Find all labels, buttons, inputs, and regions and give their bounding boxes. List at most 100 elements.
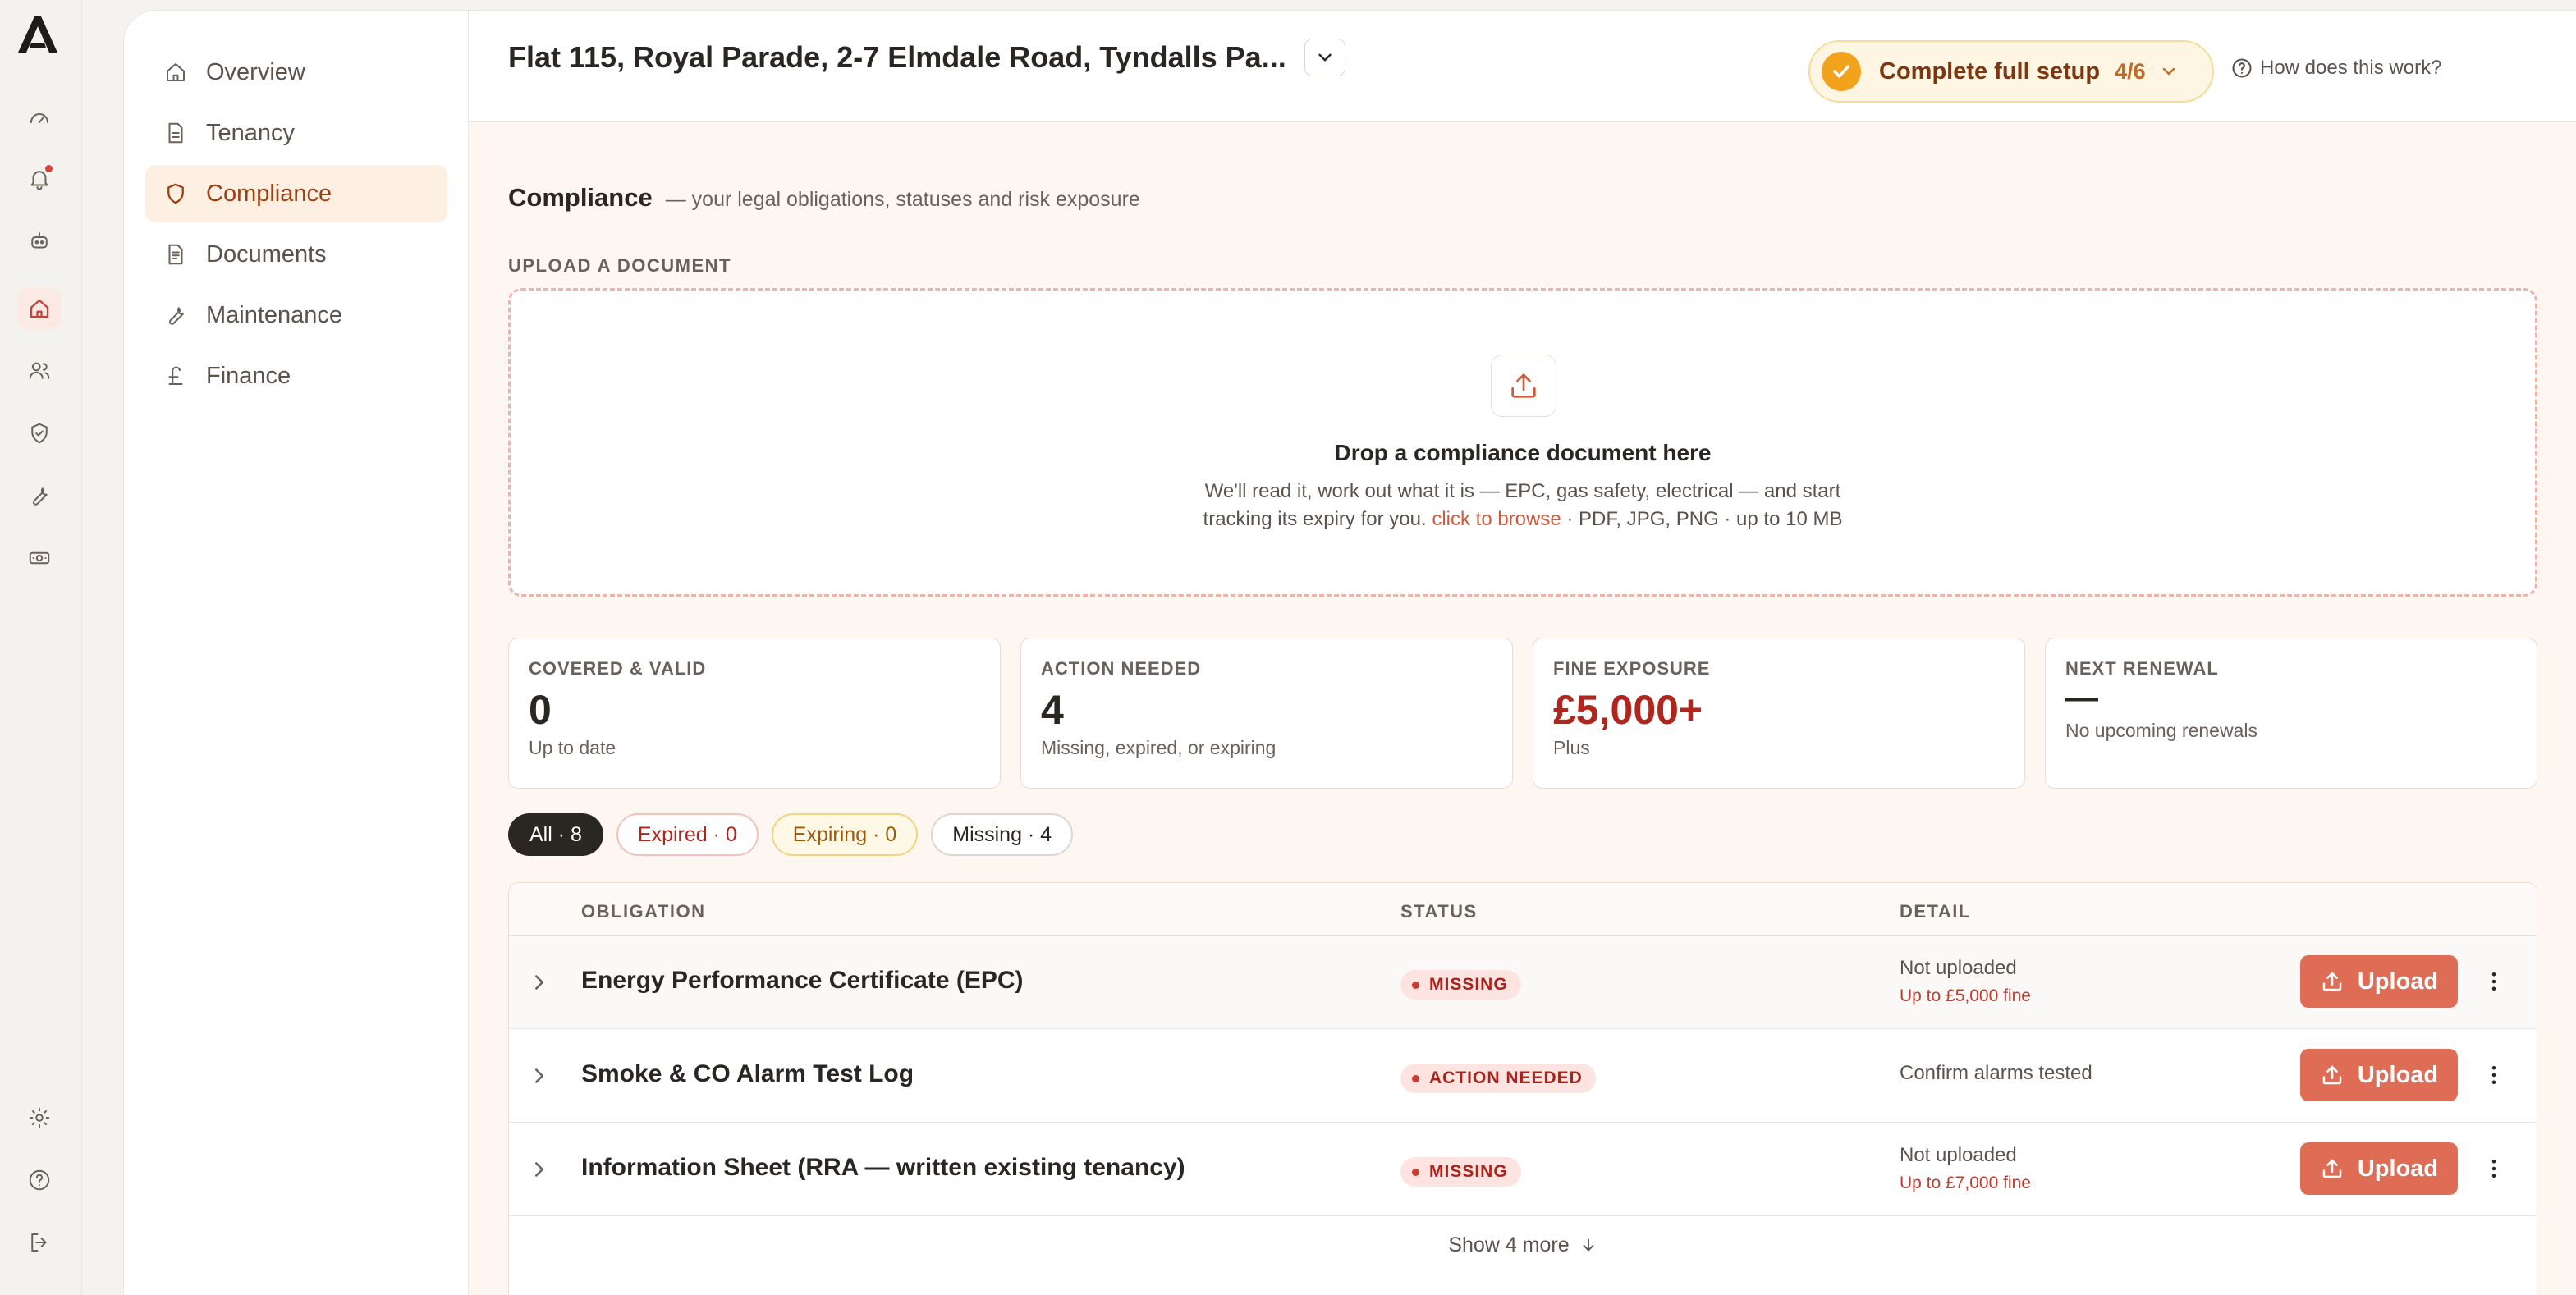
column-header-status: STATUS [1400, 901, 1478, 922]
rail-settings-button[interactable] [18, 1096, 61, 1139]
chevron-down-icon [1318, 53, 1332, 62]
upload-button[interactable]: Upload [2300, 1049, 2458, 1101]
filter-chip-all[interactable]: All · 8 [508, 813, 603, 856]
subnav-item-maintenance[interactable]: Maintenance [145, 286, 447, 344]
property-title: Flat 115, Royal Parade, 2-7 Elmdale Road… [508, 40, 1286, 74]
subnav-item-overview[interactable]: Overview [145, 43, 447, 101]
file-icon [168, 122, 183, 144]
stat-value: 0 [529, 687, 552, 733]
chevron-right-icon[interactable] [527, 1157, 552, 1182]
stat-value: £5,000+ [1553, 687, 1703, 733]
upload-button[interactable]: Upload [2300, 1142, 2458, 1195]
document-dropzone[interactable]: Drop a compliance document here We'll re… [508, 288, 2537, 597]
home-icon [167, 63, 185, 81]
upload-button[interactable]: Upload [2300, 955, 2458, 1008]
section-title: Compliance [508, 183, 653, 212]
banknote-icon [29, 551, 50, 565]
stat-label: COVERED & VALID [529, 658, 707, 679]
status-badge-label: MISSING [1429, 1162, 1508, 1181]
subnav-item-compliance[interactable]: Compliance [145, 165, 447, 222]
rail-finance-button[interactable] [18, 537, 61, 579]
subnav-item-tenancy[interactable]: Tenancy [145, 104, 447, 162]
row-more-button[interactable] [2479, 967, 2509, 996]
detail-text: Confirm alarms tested [1900, 1062, 2092, 1084]
filter-chip-missing[interactable]: Missing · 4 [931, 813, 1074, 856]
upload-button-label: Upload [2357, 1061, 2439, 1088]
column-header-detail: DETAIL [1900, 901, 1971, 922]
shield-icon [167, 183, 184, 204]
complete-setup-button[interactable]: Complete full setup 4/6 [1808, 40, 2214, 103]
upload-icon [2322, 1159, 2342, 1178]
stat-next-renewal: NEXT RENEWAL — No upcoming renewals [2045, 638, 2537, 789]
status-badge-label: MISSING [1429, 975, 1508, 994]
filter-chips: All · 8 Expired · 0 Expiring · 0 Missing… [508, 813, 1086, 856]
home-icon [30, 299, 49, 318]
obligations-table: OBLIGATION STATUS DETAIL Energy Performa… [508, 882, 2537, 1295]
shield-check-icon [31, 423, 48, 444]
stat-action-needed: ACTION NEEDED 4 Missing, expired, or exp… [1020, 638, 1513, 789]
dropzone-text-line2: tracking its expiry for you. click to br… [511, 506, 2535, 533]
table-row[interactable]: Information Sheet (RRA — written existin… [509, 1123, 2537, 1216]
status-dot [1412, 981, 1419, 989]
chevron-right-icon[interactable] [527, 1064, 552, 1088]
rail-help-button[interactable] [18, 1159, 61, 1201]
upload-button-label: Upload [2357, 968, 2439, 995]
upload-button-label: Upload [2357, 1155, 2439, 1182]
stat-value: 4 [1041, 687, 1064, 733]
rail-assistant-button[interactable] [18, 220, 61, 263]
main-shell: Overview Tenancy Compliance Documents Ma… [123, 10, 2576, 1295]
content-area: Flat 115, Royal Parade, 2-7 Elmdale Road… [469, 11, 2576, 1295]
property-switcher-button[interactable] [1304, 39, 1345, 76]
upload-icon [2322, 972, 2342, 991]
subnav-item-label: Documents [206, 240, 327, 268]
table-row[interactable]: Smoke & CO Alarm Test Log ACTION NEEDED … [509, 1029, 2537, 1123]
brand-a-logo[interactable] [15, 11, 61, 57]
dropzone-description: We'll read it, work out what it is — EPC… [511, 478, 2535, 533]
show-more-button[interactable]: Show 4 more [509, 1216, 2537, 1274]
chevron-down-icon [2162, 67, 2175, 76]
more-vertical-icon [2491, 972, 2496, 991]
rail-compliance-button[interactable] [18, 412, 61, 455]
subnav-item-finance[interactable]: Finance [145, 347, 447, 405]
table-header: OBLIGATION STATUS DETAIL [509, 883, 2537, 936]
stat-label: ACTION NEEDED [1041, 658, 1202, 679]
subnav-item-documents[interactable]: Documents [145, 226, 447, 283]
section-header: Compliance — your legal obligations, sta… [508, 183, 1140, 213]
stat-fine-exposure: FINE EXPOSURE £5,000+ Plus [1533, 638, 2025, 789]
settings-gear-icon [29, 1107, 50, 1128]
chevron-right-icon[interactable] [527, 970, 552, 995]
status-badge: MISSING [1400, 1157, 1521, 1187]
subnav-item-label: Compliance [206, 180, 332, 207]
rail-dashboard-button[interactable] [18, 97, 61, 140]
subnav-item-label: Tenancy [206, 119, 296, 146]
status-badge: MISSING [1400, 970, 1521, 1000]
filter-chip-expired[interactable]: Expired · 0 [616, 813, 759, 856]
document-icon [168, 244, 183, 265]
rail-properties-button[interactable] [18, 287, 61, 330]
table-row[interactable]: Energy Performance Certificate (EPC) MIS… [509, 936, 2537, 1029]
stat-value: — [2065, 680, 2098, 716]
setup-progress-count: 4/6 [2115, 58, 2146, 84]
stat-label: FINE EXPOSURE [1553, 658, 1711, 679]
icon-rail [0, 0, 82, 1295]
how-does-this-work-link[interactable]: How does this work? [2230, 57, 2441, 80]
stat-sub: Up to date [529, 737, 616, 758]
filter-chip-expiring[interactable]: Expiring · 0 [771, 813, 919, 856]
dropzone-title: Drop a compliance document here [1334, 440, 1712, 465]
rail-logout-button[interactable] [18, 1221, 61, 1264]
rail-people-button[interactable] [18, 350, 61, 392]
section-subtitle: — your legal obligations, statuses and r… [665, 188, 1140, 211]
dropzone-text-suffix: · PDF, JPG, PNG · up to 10 MB [1566, 508, 1843, 530]
row-more-button[interactable] [2479, 1060, 2509, 1090]
row-more-button[interactable] [2479, 1154, 2509, 1183]
check-circle-icon [1822, 52, 1861, 91]
rail-notifications-button[interactable] [18, 158, 61, 200]
browse-link[interactable]: click to browse [1432, 508, 1561, 530]
obligation-name: Smoke & CO Alarm Test Log [581, 1060, 914, 1087]
setup-label: Complete full setup [1879, 57, 2101, 85]
more-vertical-icon [2491, 1066, 2496, 1084]
rail-maintenance-button[interactable] [18, 474, 61, 517]
detail-text: Not uploaded [1900, 957, 2017, 979]
notification-dot [44, 163, 54, 174]
stat-sub: Missing, expired, or expiring [1041, 737, 1277, 758]
